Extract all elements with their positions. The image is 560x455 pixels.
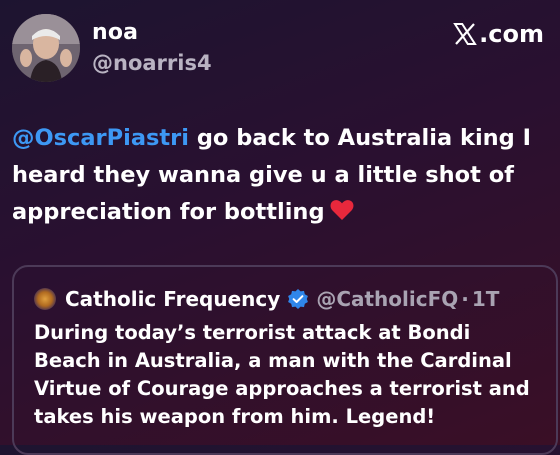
quoted-author-avatar[interactable] — [34, 288, 56, 310]
x-brand-watermark: .com — [453, 20, 544, 48]
meta-separator: · — [461, 287, 469, 311]
brand-domain: .com — [479, 20, 544, 48]
author-avatar[interactable] — [12, 14, 80, 82]
quoted-tweet-time[interactable]: 1T — [472, 287, 500, 311]
tweet-card: noa @noarris4 .com @OscarPiastri go back… — [0, 0, 560, 455]
author-display-name[interactable]: noa — [92, 20, 138, 45]
quoted-text-line4: takes his weapon from him. Legend! — [34, 405, 436, 428]
quoted-tweet-body: During today’s terrorist attack at Bondi… — [34, 319, 539, 431]
quoted-author-handle[interactable]: @CatholicFQ — [316, 287, 458, 311]
mention-link[interactable]: @OscarPiastri — [12, 125, 189, 151]
quoted-text-line3: Virtue of Courage approaches a terrorist… — [34, 377, 530, 400]
quoted-tweet-header: Catholic Frequency @CatholicFQ · 1T — [34, 287, 499, 311]
quoted-author-name[interactable]: Catholic Frequency — [65, 287, 280, 311]
author-handle[interactable]: @noarris4 — [92, 51, 212, 75]
avatar-photo-icon — [12, 14, 80, 82]
quoted-text-line2: Beach in Australia, a man with the Cardi… — [34, 349, 512, 372]
quoted-text-line1: During today’s terrorist attack at Bondi — [34, 321, 471, 344]
verified-badge-icon — [288, 289, 309, 309]
tweet-body: @OscarPiastri go back to Australia king … — [12, 120, 548, 231]
tweet-text-line2: heard they wanna give u a little shot of — [12, 162, 514, 188]
x-logo-icon — [453, 23, 477, 45]
tweet-text-line3: appreciation for bottling — [12, 199, 325, 225]
quoted-tweet[interactable]: Catholic Frequency @CatholicFQ · 1T Duri… — [12, 265, 558, 455]
tweet-text-line1: go back to Australia king I — [188, 125, 531, 151]
red-heart-icon — [330, 200, 354, 220]
